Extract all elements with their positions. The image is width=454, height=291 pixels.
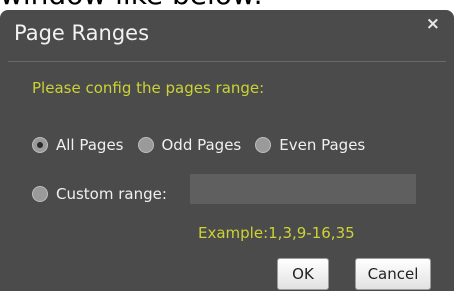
radio-even-pages[interactable]: Even Pages	[255, 136, 365, 154]
radio-icon	[32, 186, 48, 202]
cancel-button[interactable]: Cancel	[355, 258, 431, 290]
custom-range-input[interactable]	[190, 174, 416, 204]
radio-odd-pages[interactable]: Odd Pages	[137, 136, 242, 154]
radio-all-pages[interactable]: All Pages	[32, 136, 124, 154]
radio-all-pages-label: All Pages	[56, 136, 124, 154]
dialog-title: Page Ranges	[14, 21, 150, 45]
radio-odd-pages-label: Odd Pages	[161, 136, 242, 154]
range-example: Example:1,3,9-16,35	[198, 224, 355, 242]
radio-icon	[137, 137, 154, 153]
range-prompt: Please config the pages range:	[32, 79, 265, 97]
page-ranges-dialog: Page Ranges × Please config the pages ra…	[0, 10, 454, 291]
radio-icon	[255, 137, 272, 153]
radio-icon	[32, 137, 48, 153]
radio-even-pages-label: Even Pages	[279, 136, 366, 154]
dialog-titlebar[interactable]: Page Ranges ×	[0, 10, 454, 56]
page-option-group: All Pages Odd Pages Even Pages	[32, 133, 379, 157]
radio-custom-range-label: Custom range:	[56, 185, 167, 203]
title-divider	[8, 61, 446, 62]
close-icon[interactable]: ×	[426, 14, 440, 34]
radio-custom-range[interactable]: Custom range:	[32, 185, 167, 203]
ok-button[interactable]: OK	[277, 258, 329, 290]
